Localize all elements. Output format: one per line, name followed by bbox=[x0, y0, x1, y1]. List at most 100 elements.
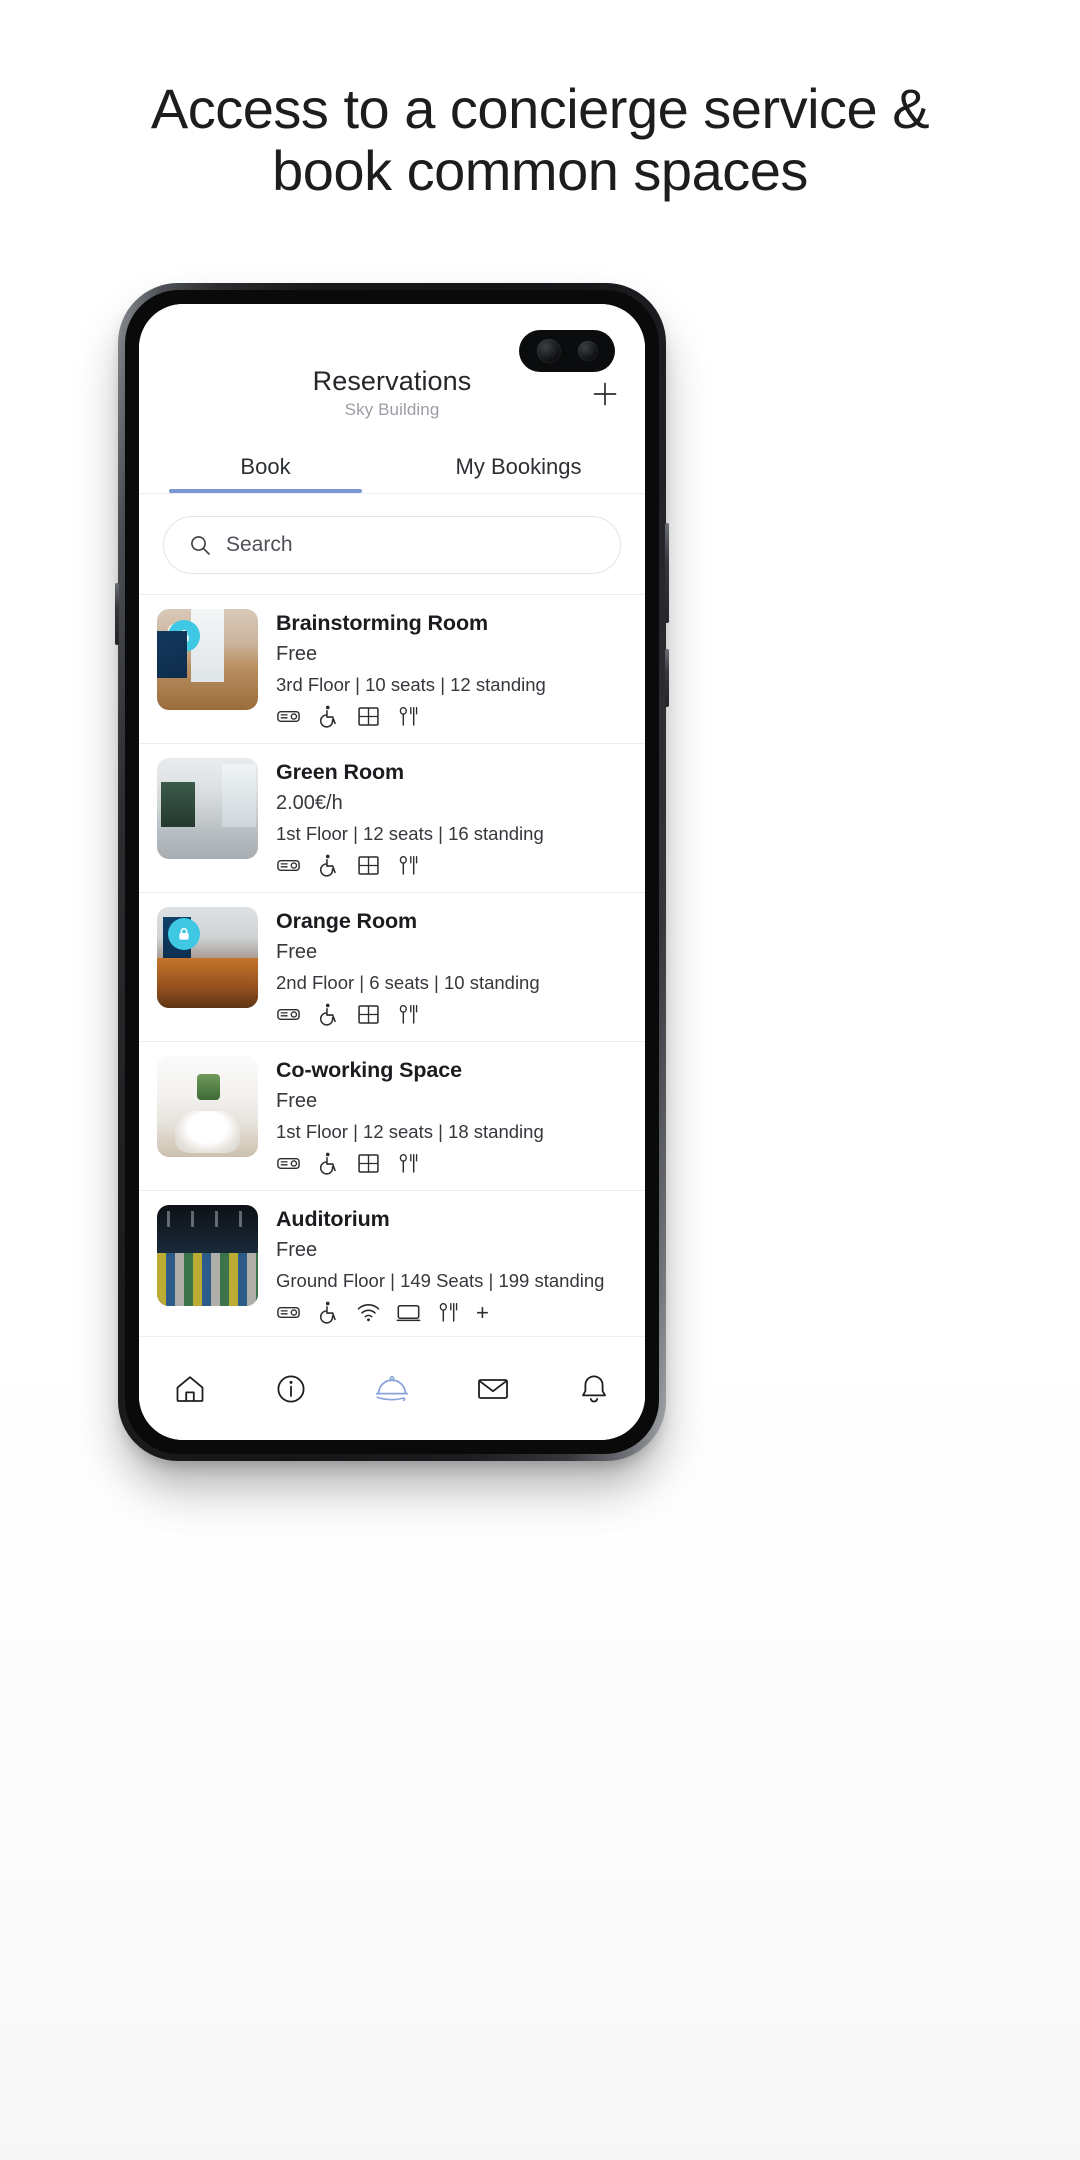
amenity-row: + bbox=[276, 1300, 627, 1325]
room-meta: 2nd Floor | 6 seats | 10 standing bbox=[276, 972, 540, 993]
page-title: Access to a concierge service & book com… bbox=[0, 78, 1080, 201]
projector-icon bbox=[277, 1008, 300, 1021]
room-price: Free bbox=[276, 941, 318, 963]
promo-screenshot: Access to a concierge service & book com… bbox=[0, 0, 1080, 2160]
room-thumbnail bbox=[157, 758, 258, 859]
room-name: Green Room bbox=[276, 760, 405, 784]
concierge-bell-icon bbox=[375, 1375, 409, 1401]
search-placeholder: Search bbox=[226, 533, 293, 556]
list-item[interactable]: Brainstorming Room Free 3rd Floor | 10 s… bbox=[139, 595, 645, 744]
room-name: Brainstorming Room bbox=[276, 611, 489, 635]
tab-my-bookings-label: My Bookings bbox=[455, 454, 582, 479]
projector-icon bbox=[277, 859, 300, 872]
room-info: Co-working Space Free 1st Floor | 12 sea… bbox=[276, 1056, 627, 1176]
wheelchair-icon bbox=[319, 854, 336, 877]
nav-concierge[interactable] bbox=[341, 1369, 442, 1409]
room-meta: 1st Floor | 12 seats | 16 standing bbox=[276, 823, 544, 844]
room-meta: 3rd Floor | 10 seats | 12 standing bbox=[276, 674, 546, 695]
add-reservation-button[interactable] bbox=[587, 376, 623, 412]
search-input[interactable]: Search bbox=[163, 516, 621, 574]
tab-book-label: Book bbox=[240, 454, 291, 479]
list-item[interactable]: Auditorium Free Ground Floor | 149 Seats… bbox=[139, 1191, 645, 1336]
amenity-row bbox=[276, 1151, 627, 1176]
lock-icon bbox=[179, 928, 189, 940]
room-list[interactable]: Brainstorming Room Free 3rd Floor | 10 s… bbox=[139, 594, 645, 1336]
front-camera-cutout bbox=[519, 330, 615, 372]
room-price: 2.00€/h bbox=[276, 792, 343, 814]
wifi-icon bbox=[357, 1304, 380, 1322]
nav-notifications[interactable] bbox=[544, 1370, 645, 1408]
wheelchair-icon bbox=[319, 1152, 336, 1175]
phone-bezel: Reservations Sky Building Book My Bookin… bbox=[125, 290, 659, 1454]
tab-my-bookings-indicator bbox=[422, 489, 614, 493]
wheelchair-icon bbox=[319, 1003, 336, 1026]
projector-icon bbox=[277, 1306, 300, 1319]
plus-icon bbox=[593, 382, 617, 406]
nav-messages[interactable] bbox=[443, 1370, 544, 1408]
amenity-row bbox=[276, 853, 627, 878]
room-name: Co-working Space bbox=[276, 1058, 462, 1082]
envelope-icon bbox=[478, 1378, 509, 1399]
wheelchair-icon bbox=[319, 705, 336, 728]
tab-my-bookings[interactable]: My Bookings bbox=[392, 454, 645, 493]
phone-frame: Reservations Sky Building Book My Bookin… bbox=[115, 283, 669, 1461]
app-subtitle: Sky Building bbox=[344, 400, 440, 419]
room-info: Green Room 2.00€/h 1st Floor | 12 seats … bbox=[276, 758, 627, 878]
home-icon bbox=[176, 1375, 203, 1402]
title-block: Reservations Sky Building bbox=[313, 366, 472, 420]
header-divider bbox=[139, 493, 645, 494]
room-info: Auditorium Free Ground Floor | 149 Seats… bbox=[276, 1205, 627, 1325]
volume-down-button[interactable] bbox=[665, 649, 669, 707]
app-title: Reservations bbox=[312, 366, 472, 396]
list-item[interactable]: Co-working Space Free 1st Floor | 12 sea… bbox=[139, 1042, 645, 1191]
tab-book-indicator bbox=[169, 489, 362, 493]
cutlery-icon bbox=[399, 706, 418, 726]
lock-icon bbox=[179, 630, 189, 642]
camera-lens-secondary-icon bbox=[577, 341, 598, 361]
window-icon bbox=[358, 1154, 379, 1173]
room-info: Brainstorming Room Free 3rd Floor | 10 s… bbox=[276, 609, 627, 729]
screen-icon bbox=[396, 1305, 421, 1322]
room-name: Orange Room bbox=[276, 909, 418, 933]
lock-badge bbox=[168, 620, 200, 652]
power-button[interactable] bbox=[115, 583, 119, 645]
cutlery-icon bbox=[399, 855, 418, 875]
volume-up-button[interactable] bbox=[665, 523, 669, 623]
app-screen: Reservations Sky Building Book My Bookin… bbox=[139, 304, 645, 1440]
wheelchair-icon bbox=[319, 1301, 336, 1324]
list-item[interactable]: Green Room 2.00€/h 1st Floor | 12 seats … bbox=[139, 744, 645, 893]
window-icon bbox=[358, 707, 379, 726]
tab-bar: Book My Bookings bbox=[139, 454, 645, 493]
room-thumbnail bbox=[157, 1205, 258, 1306]
room-info: Orange Room Free 2nd Floor | 6 seats | 1… bbox=[276, 907, 627, 1027]
nav-info[interactable] bbox=[240, 1370, 341, 1408]
more-amenities-label[interactable]: + bbox=[476, 1301, 489, 1324]
room-name: Auditorium bbox=[276, 1207, 390, 1231]
window-icon bbox=[358, 1005, 379, 1024]
room-thumbnail bbox=[157, 609, 258, 710]
lock-badge bbox=[168, 918, 200, 950]
camera-lens-main-icon bbox=[536, 339, 561, 363]
amenity-row bbox=[276, 1002, 627, 1027]
window-icon bbox=[358, 856, 379, 875]
room-meta: Ground Floor | 149 Seats | 199 standing bbox=[276, 1270, 605, 1291]
cutlery-icon bbox=[439, 1302, 458, 1322]
room-price: Free bbox=[276, 1239, 318, 1261]
bottom-navigation bbox=[139, 1336, 645, 1440]
cutlery-icon bbox=[399, 1153, 418, 1173]
room-thumbnail bbox=[157, 907, 258, 1008]
search-icon bbox=[191, 536, 210, 555]
room-meta: 1st Floor | 12 seats | 18 standing bbox=[276, 1121, 544, 1142]
projector-icon bbox=[277, 1157, 300, 1170]
list-item[interactable]: Orange Room Free 2nd Floor | 6 seats | 1… bbox=[139, 893, 645, 1042]
cutlery-icon bbox=[399, 1004, 418, 1024]
headline-line-2: book common spaces bbox=[272, 138, 808, 202]
notification-bell-icon bbox=[582, 1375, 607, 1402]
headline-line-1: Access to a concierge service & bbox=[150, 77, 930, 140]
title-row: Reservations Sky Building bbox=[139, 366, 645, 420]
phone-mockup: Reservations Sky Building Book My Bookin… bbox=[115, 283, 669, 1461]
info-icon bbox=[277, 1374, 305, 1403]
tab-book[interactable]: Book bbox=[139, 454, 392, 493]
projector-icon bbox=[277, 710, 300, 723]
nav-home[interactable] bbox=[139, 1370, 240, 1408]
